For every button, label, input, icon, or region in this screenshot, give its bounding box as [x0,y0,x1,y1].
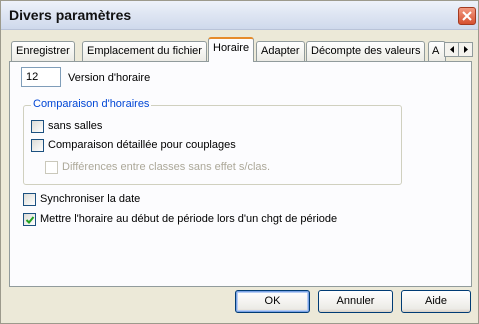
tab-scroll-right-button[interactable] [459,43,473,56]
sans-salles-checkbox[interactable] [31,120,44,133]
tab-emplacement-du-fichier[interactable]: Emplacement du fichier [82,41,207,61]
mettre-horaire-label: Mettre l'horaire au début de période lor… [40,213,338,225]
close-button[interactable] [458,7,476,25]
version-label: Version d'horaire [68,72,151,84]
synchroniser-date-label: Synchroniser la date [40,193,141,205]
window-title: Divers paramètres [9,7,132,23]
comparaison-detaillee-label: Comparaison détaillée pour couplages [48,139,236,151]
mettre-horaire-checkbox[interactable] [23,213,36,226]
tab-adapter[interactable]: Adapter [256,41,305,61]
tab-horaire[interactable]: Horaire [208,37,255,62]
title-bar: Divers paramètres [1,1,478,30]
arrow-right-icon [464,46,468,53]
sans-salles-label: sans salles [48,120,103,132]
comparaison-detaillee-checkbox[interactable] [31,139,44,152]
synchroniser-date-checkbox[interactable] [23,193,36,206]
close-icon [462,11,472,21]
tab-scroll-buttons [444,42,473,57]
aide-button[interactable]: Aide [401,290,471,313]
settings-dialog: Divers paramètres Enregistrer Emplacemen… [0,0,479,324]
differences-classes-checkbox[interactable] [45,161,58,174]
tab-enregistrer[interactable]: Enregistrer [11,41,75,61]
tab-scroll-left-button[interactable] [445,43,459,56]
version-input[interactable]: 12 [21,67,61,87]
tab-decompte-des-valeurs[interactable]: Décompte des valeurs [306,41,426,61]
comparison-group-title: Comparaison d'horaires [31,98,152,110]
annuler-button[interactable]: Annuler [318,290,393,313]
checkmark-icon [25,216,35,224]
ok-button[interactable]: OK [235,290,310,313]
differences-classes-label: Différences entre classes sans effet s/c… [62,161,271,173]
arrow-left-icon [450,46,454,53]
